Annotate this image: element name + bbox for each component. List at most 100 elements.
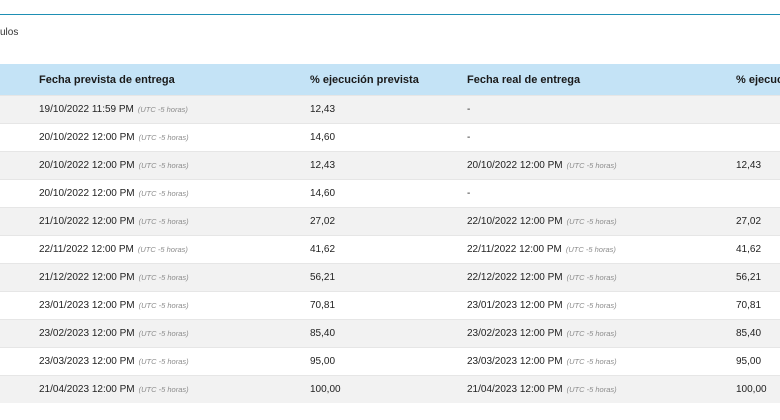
- table-row: 20/10/2022 12:00 PM (UTC -5 horas) 14,60 …: [0, 179, 780, 208]
- table-row: 20/10/2022 12:00 PM (UTC -5 horas) 14,60 …: [0, 123, 780, 152]
- planned-timezone: (UTC -5 horas): [138, 357, 189, 366]
- table-row: 23/02/2023 12:00 PM (UTC -5 horas) 85,40 …: [0, 319, 780, 348]
- planned-timezone: (UTC -5 horas): [137, 105, 188, 114]
- actual-timezone: (UTC -5 horas): [566, 301, 617, 310]
- planned-date: 23/01/2023 12:00 PM: [39, 300, 135, 311]
- planned-date: 21/04/2023 12:00 PM: [39, 384, 135, 395]
- planned-timezone: (UTC -5 horas): [138, 189, 189, 198]
- actual-timezone: (UTC -5 horas): [566, 273, 617, 282]
- planned-date: 23/03/2023 12:00 PM: [39, 356, 135, 367]
- actual-date-cell: -: [466, 95, 735, 124]
- row-index-cell: [0, 291, 38, 320]
- planned-date: 20/10/2022 12:00 PM: [39, 188, 135, 199]
- actual-percent-cell: 27,02: [735, 207, 780, 236]
- row-index-cell: [0, 263, 38, 292]
- planned-date-cell: 20/10/2022 12:00 PM (UTC -5 horas): [38, 151, 309, 180]
- actual-percent-cell: 70,81: [735, 291, 780, 320]
- actual-date: 23/02/2023 12:00 PM: [467, 328, 563, 339]
- actual-timezone: (UTC -5 horas): [566, 385, 617, 394]
- actual-date: -: [467, 132, 471, 143]
- planned-percent-cell: 70,81: [309, 291, 466, 320]
- table-row: 19/10/2022 11:59 PM (UTC -5 horas) 12,43 …: [0, 95, 780, 124]
- row-index-cell: [0, 123, 38, 152]
- planned-date-cell: 22/11/2022 12:00 PM (UTC -5 horas): [38, 235, 309, 264]
- planned-date-cell: 21/04/2023 12:00 PM (UTC -5 horas): [38, 375, 309, 403]
- planned-timezone: (UTC -5 horas): [138, 273, 189, 282]
- delivery-schedule-table: Fecha prevista de entrega % ejecución pr…: [0, 64, 780, 403]
- planned-date-cell: 19/10/2022 11:59 PM (UTC -5 horas): [38, 95, 309, 124]
- top-divider: [0, 14, 780, 15]
- actual-date-cell: 20/10/2022 12:00 PM (UTC -5 horas): [466, 151, 735, 180]
- column-header-actual-date: Fecha real de entrega: [466, 64, 735, 96]
- actual-percent-cell: 41,62: [735, 235, 780, 264]
- planned-percent-cell: 56,21: [309, 263, 466, 292]
- planned-date: 20/10/2022 12:00 PM: [39, 160, 135, 171]
- actual-timezone: (UTC -5 horas): [566, 161, 617, 170]
- actual-date: -: [467, 188, 471, 199]
- actual-date-cell: -: [466, 123, 735, 152]
- planned-date: 21/10/2022 12:00 PM: [39, 216, 135, 227]
- planned-percent-cell: 12,43: [309, 95, 466, 124]
- planned-percent-cell: 100,00: [309, 375, 466, 403]
- actual-date-cell: -: [466, 179, 735, 208]
- planned-date-cell: 21/12/2022 12:00 PM (UTC -5 horas): [38, 263, 309, 292]
- column-header-planned-percent: % ejecución prevista: [309, 64, 466, 96]
- planned-timezone: (UTC -5 horas): [138, 161, 189, 170]
- actual-timezone: (UTC -5 horas): [565, 245, 616, 254]
- planned-percent-cell: 12,43: [309, 151, 466, 180]
- actual-date-cell: 23/01/2023 12:00 PM (UTC -5 horas): [466, 291, 735, 320]
- section-caption: ulos: [0, 27, 19, 38]
- actual-date-cell: 22/11/2022 12:00 PM (UTC -5 horas): [466, 235, 735, 264]
- actual-percent-cell: [735, 179, 780, 208]
- row-index-cell: [0, 375, 38, 403]
- actual-date: 22/12/2022 12:00 PM: [467, 272, 563, 283]
- delivery-schedule-page: ulos Fecha prevista de entrega % ejecuci…: [0, 0, 780, 420]
- column-header-planned-date: Fecha prevista de entrega: [38, 64, 309, 96]
- planned-date-cell: 23/03/2023 12:00 PM (UTC -5 horas): [38, 347, 309, 376]
- actual-date: 21/04/2023 12:00 PM: [467, 384, 563, 395]
- column-header-actual-percent: % ejecuc: [735, 64, 780, 96]
- planned-timezone: (UTC -5 horas): [137, 245, 188, 254]
- actual-percent-cell: 85,40: [735, 319, 780, 348]
- actual-date-cell: 22/12/2022 12:00 PM (UTC -5 horas): [466, 263, 735, 292]
- planned-percent-cell: 14,60: [309, 179, 466, 208]
- table-row: 21/04/2023 12:00 PM (UTC -5 horas) 100,00…: [0, 375, 780, 403]
- actual-percent-cell: 56,21: [735, 263, 780, 292]
- planned-date-cell: 21/10/2022 12:00 PM (UTC -5 horas): [38, 207, 309, 236]
- actual-date: 23/03/2023 12:00 PM: [467, 356, 563, 367]
- actual-date-cell: 22/10/2022 12:00 PM (UTC -5 horas): [466, 207, 735, 236]
- planned-date-cell: 23/02/2023 12:00 PM (UTC -5 horas): [38, 319, 309, 348]
- table-row: 20/10/2022 12:00 PM (UTC -5 horas) 12,43 …: [0, 151, 780, 180]
- planned-percent-cell: 41,62: [309, 235, 466, 264]
- planned-timezone: (UTC -5 horas): [138, 133, 189, 142]
- actual-date: -: [467, 104, 471, 115]
- column-header-index: [0, 64, 38, 96]
- actual-percent-cell: [735, 123, 780, 152]
- planned-timezone: (UTC -5 horas): [138, 217, 189, 226]
- actual-percent-cell: 95,00: [735, 347, 780, 376]
- planned-timezone: (UTC -5 horas): [138, 385, 189, 394]
- actual-date: 22/10/2022 12:00 PM: [467, 216, 563, 227]
- actual-date-cell: 21/04/2023 12:00 PM (UTC -5 horas): [466, 375, 735, 403]
- planned-percent-cell: 27,02: [309, 207, 466, 236]
- row-index-cell: [0, 207, 38, 236]
- actual-date: 23/01/2023 12:00 PM: [467, 300, 563, 311]
- row-index-cell: [0, 235, 38, 264]
- actual-date: 22/11/2022 12:00 PM: [467, 244, 562, 255]
- planned-date: 20/10/2022 12:00 PM: [39, 132, 135, 143]
- actual-date-cell: 23/02/2023 12:00 PM (UTC -5 horas): [466, 319, 735, 348]
- row-index-cell: [0, 347, 38, 376]
- planned-date-cell: 20/10/2022 12:00 PM (UTC -5 horas): [38, 123, 309, 152]
- planned-percent-cell: 95,00: [309, 347, 466, 376]
- actual-percent-cell: [735, 95, 780, 124]
- planned-date: 23/02/2023 12:00 PM: [39, 328, 135, 339]
- row-index-cell: [0, 151, 38, 180]
- planned-percent-cell: 14,60: [309, 123, 466, 152]
- actual-timezone: (UTC -5 horas): [566, 217, 617, 226]
- planned-timezone: (UTC -5 horas): [138, 329, 189, 338]
- actual-timezone: (UTC -5 horas): [566, 329, 617, 338]
- actual-timezone: (UTC -5 horas): [566, 357, 617, 366]
- row-index-cell: [0, 319, 38, 348]
- planned-date: 21/12/2022 12:00 PM: [39, 272, 135, 283]
- table-row: 23/03/2023 12:00 PM (UTC -5 horas) 95,00 …: [0, 347, 780, 376]
